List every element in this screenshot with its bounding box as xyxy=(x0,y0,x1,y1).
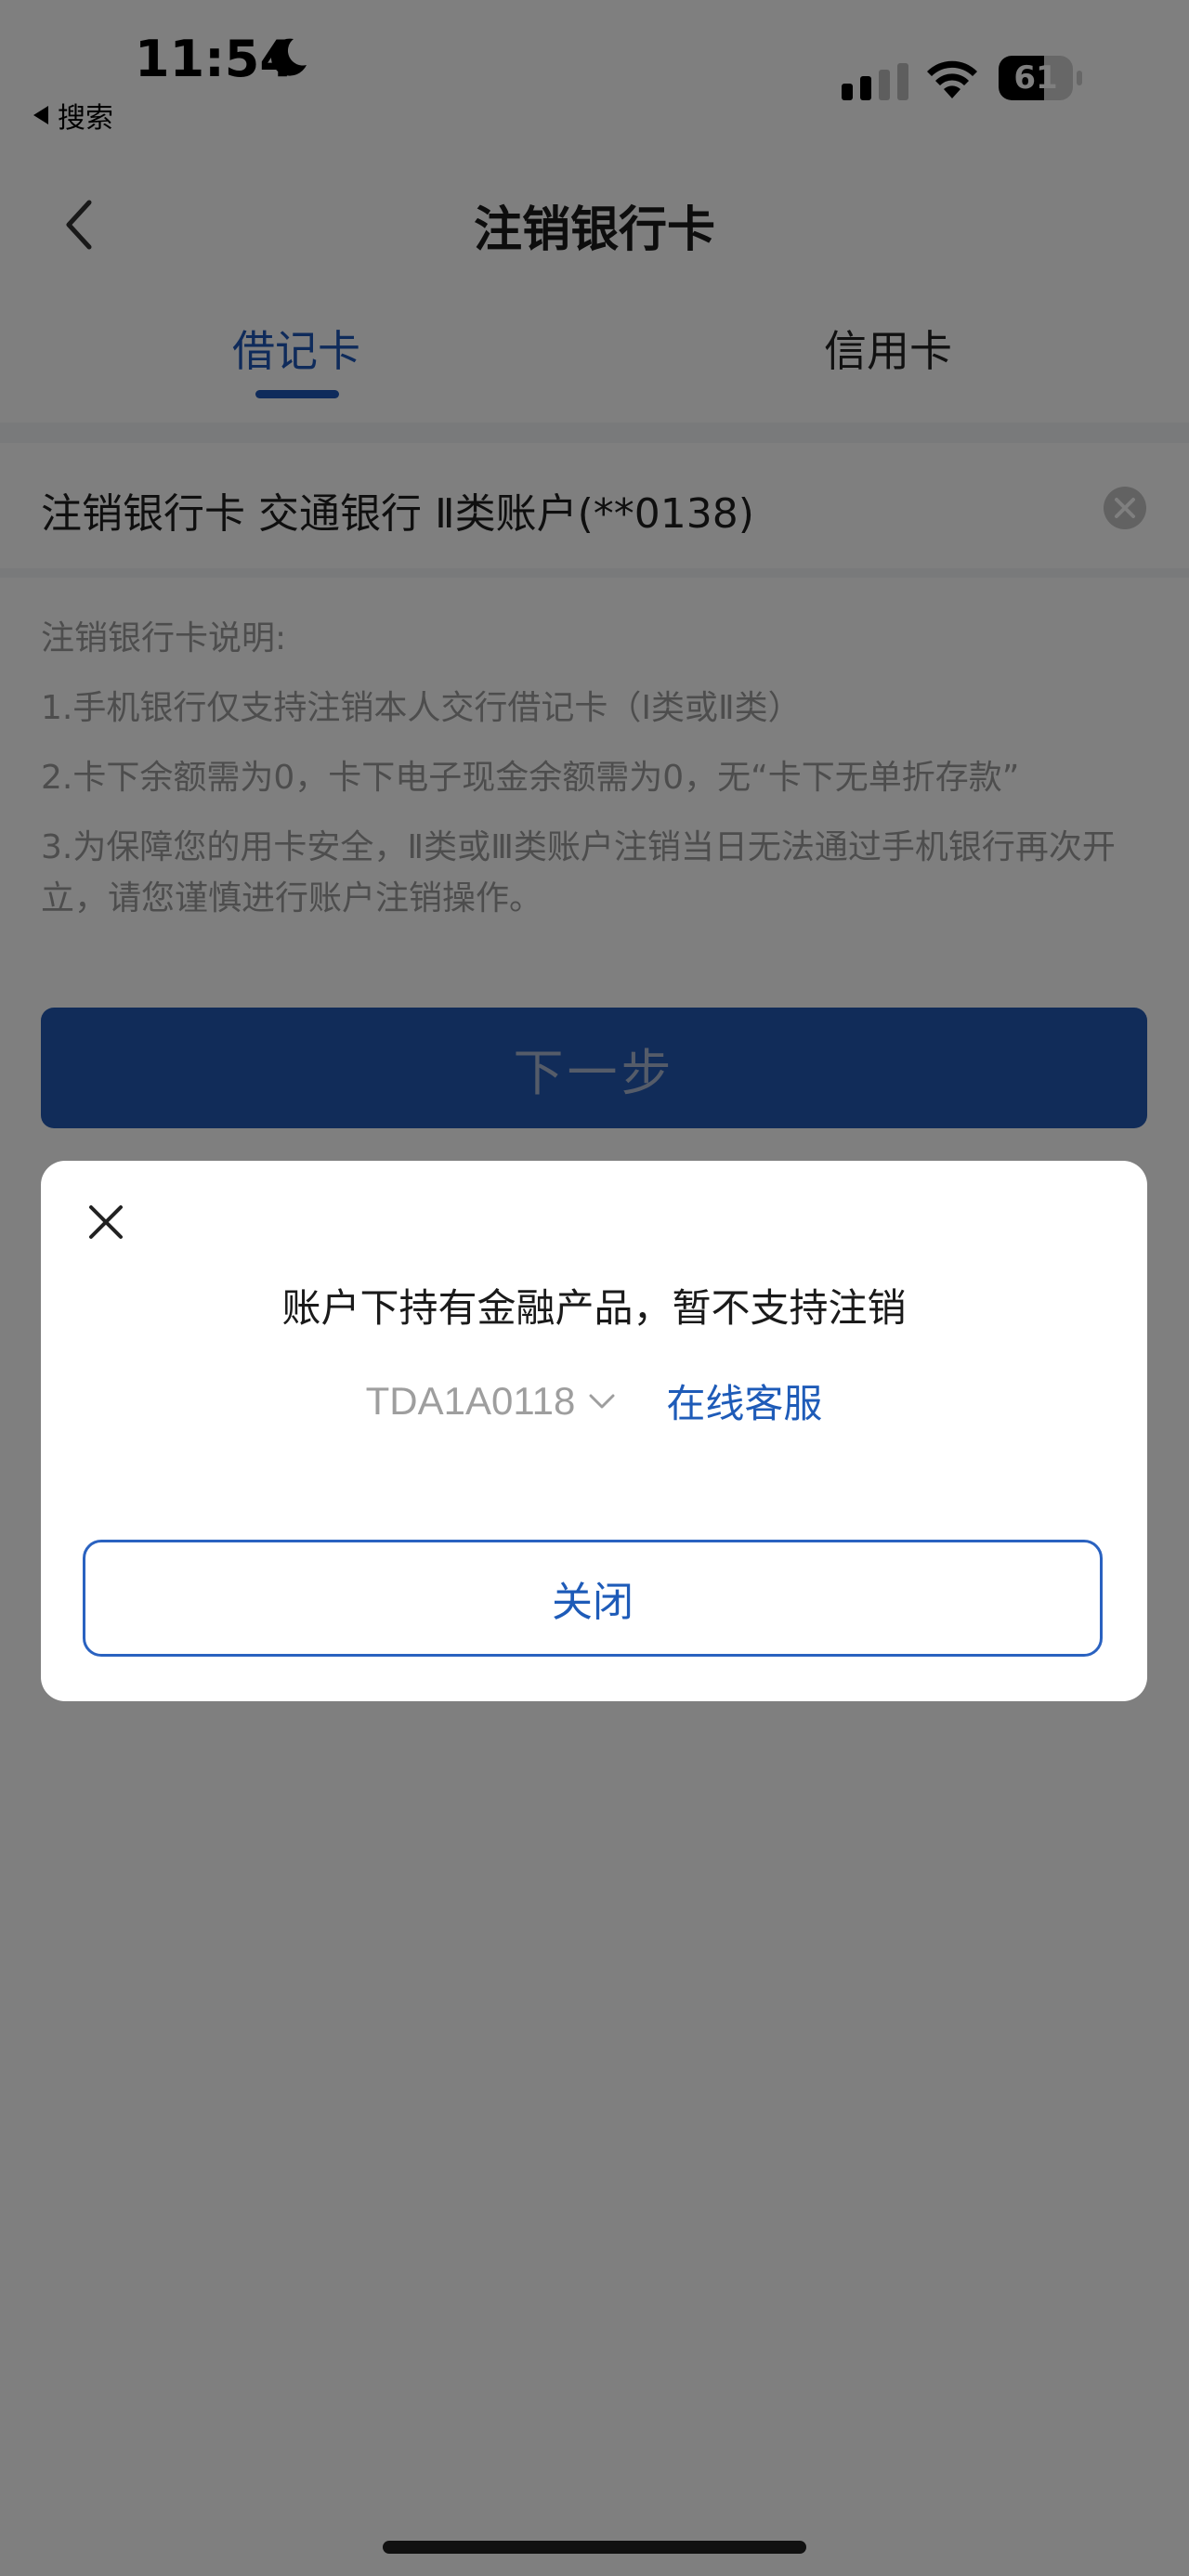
close-icon[interactable] xyxy=(85,1202,126,1242)
online-service-link[interactable]: 在线客服 xyxy=(666,1373,822,1429)
chevron-down-icon[interactable] xyxy=(588,1392,616,1411)
dialog-message: 账户下持有金融产品，暂不支持注销 xyxy=(281,1285,907,1331)
home-indicator[interactable] xyxy=(383,2541,806,2554)
dialog-code-row: TDA1A0118 在线客服 xyxy=(41,1373,1147,1429)
dialog-close-button[interactable]: 关闭 xyxy=(83,1540,1103,1657)
screen: 11:54 搜索 61 注销银行卡 借记卡 信用卡 注销银行卡 交通银行 Ⅱ类账… xyxy=(0,0,1189,2576)
error-code-toggle[interactable]: TDA1A0118 xyxy=(366,1379,576,1424)
error-dialog: 账户下持有金融产品，暂不支持注销 TDA1A0118 在线客服 关闭 xyxy=(41,1161,1147,1701)
